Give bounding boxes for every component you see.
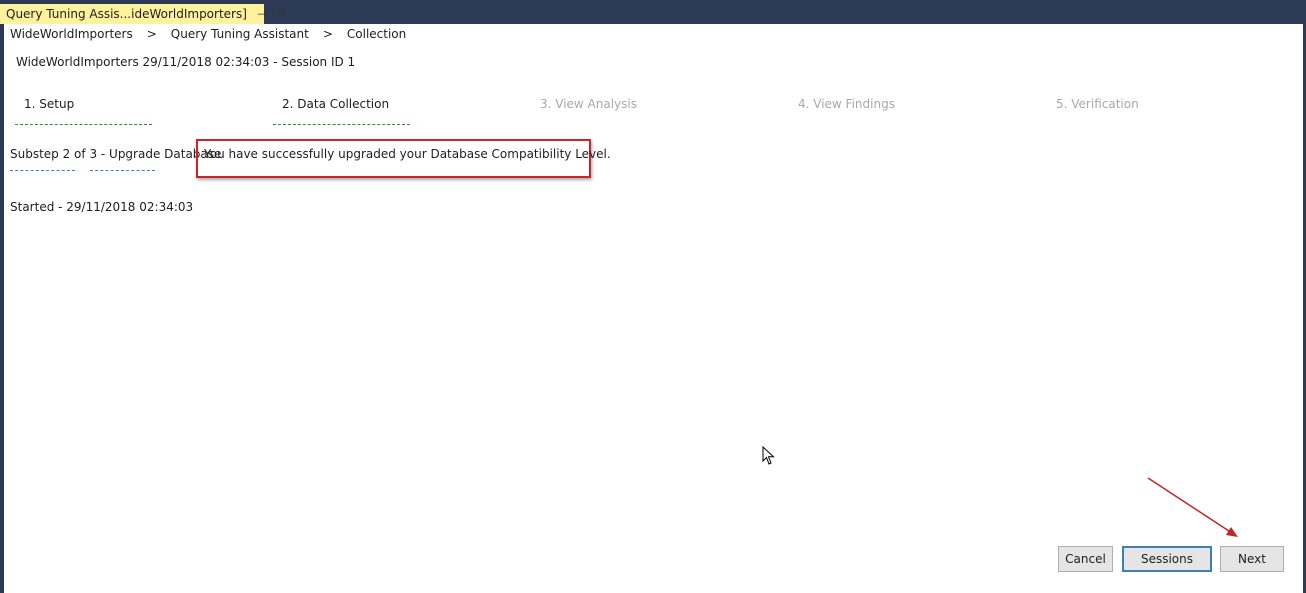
annotation-arrow-icon: [1147, 477, 1238, 537]
step-setup-underline: [15, 124, 152, 125]
success-message-highlight: You have successfully upgraded your Data…: [196, 139, 611, 178]
step-data-collection[interactable]: 2. Data Collection: [282, 97, 389, 111]
document-tab[interactable]: Query Tuning Assis...ideWorldImporters] …: [0, 4, 287, 24]
substep-label: Substep 2 of 3 - Upgrade Database: [10, 147, 222, 161]
step-view-analysis: 3. View Analysis: [540, 97, 637, 111]
breadcrumb: WideWorldImporters > Query Tuning Assist…: [10, 27, 406, 41]
step-view-findings: 4. View Findings: [798, 97, 895, 111]
mouse-cursor-icon: [762, 446, 775, 465]
breadcrumb-item-database[interactable]: WideWorldImporters: [10, 27, 133, 41]
success-message: You have successfully upgraded your Data…: [204, 147, 611, 161]
breadcrumb-separator: >: [322, 27, 333, 41]
query-tuning-assistant-panel: WideWorldImporters > Query Tuning Assist…: [4, 24, 1303, 593]
substep-underline: [10, 170, 75, 171]
started-timestamp: Started - 29/11/2018 02:34:03: [10, 200, 194, 214]
document-tab-bar: Query Tuning Assis...ideWorldImporters] …: [0, 0, 1306, 24]
close-icon[interactable]: ✕: [277, 7, 288, 22]
step-verification: 5. Verification: [1056, 97, 1139, 111]
breadcrumb-item-query-tuning-assistant[interactable]: Query Tuning Assistant: [171, 27, 309, 41]
pin-icon[interactable]: ⊣: [257, 8, 267, 21]
substep-underline: [90, 170, 155, 171]
step-data-collection-underline: [273, 124, 410, 125]
breadcrumb-item-collection: Collection: [346, 27, 407, 41]
next-button[interactable]: Next: [1220, 546, 1284, 572]
sessions-button[interactable]: Sessions: [1122, 546, 1212, 572]
breadcrumb-separator: >: [146, 27, 157, 41]
session-title: WideWorldImporters 29/11/2018 02:34:03 -…: [16, 55, 356, 69]
tab-title: Query Tuning Assis...ideWorldImporters]: [6, 7, 247, 21]
step-setup[interactable]: 1. Setup: [24, 97, 74, 111]
cancel-button[interactable]: Cancel: [1058, 546, 1113, 572]
